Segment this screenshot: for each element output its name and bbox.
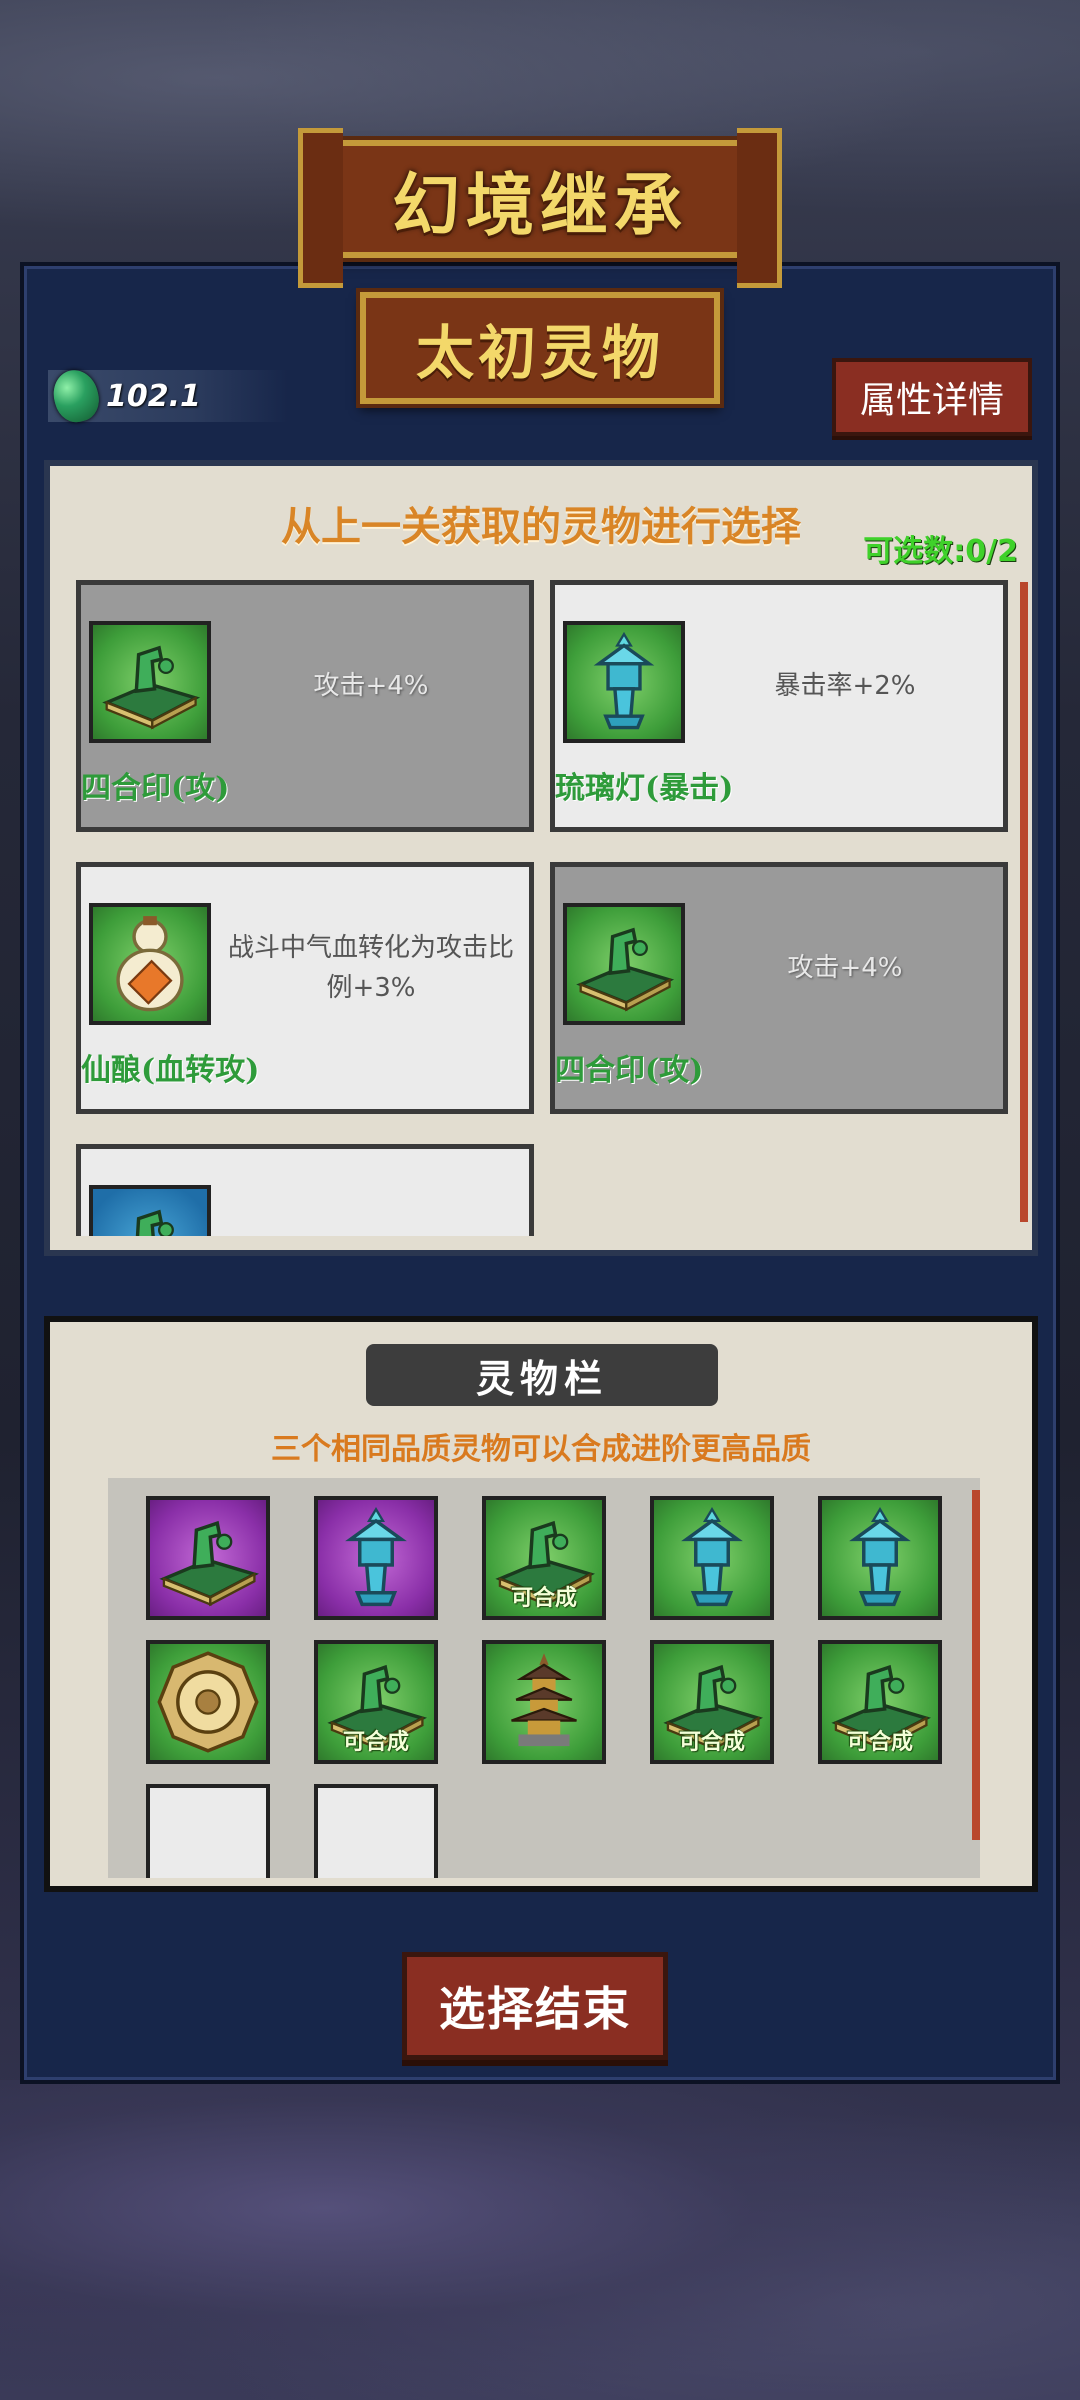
inventory-panel: 灵物栏 三个相同品质灵物可以合成进阶更高品质 可合成 可合成 可合成 可合成	[44, 1316, 1038, 1892]
seal-icon	[89, 1185, 211, 1236]
item-card[interactable]	[76, 1144, 534, 1236]
attribute-details-button[interactable]: 属性详情	[832, 358, 1032, 436]
inventory-slot[interactable]: 可合成	[650, 1640, 774, 1764]
item-description	[221, 1149, 521, 1236]
item-name: 四合印(攻)	[555, 1053, 704, 1088]
inventory-title: 灵物栏	[366, 1344, 718, 1406]
inventory-hint: 三个相同品质灵物可以合成进阶更高品质	[271, 1432, 811, 1467]
compass-icon	[150, 1644, 266, 1760]
pagoda-icon	[486, 1644, 602, 1760]
page-title: 幻境继承	[391, 165, 688, 246]
jade-gem-icon	[48, 365, 104, 427]
inventory-scrollbar[interactable]	[972, 1490, 980, 1840]
item-description: 暴击率+2%	[774, 671, 916, 701]
gourd-icon	[89, 903, 211, 1025]
inventory-slot-empty[interactable]	[314, 1784, 438, 1878]
inventory-slot[interactable]	[482, 1640, 606, 1764]
inventory-slot-empty[interactable]	[146, 1784, 270, 1878]
seal-icon	[563, 903, 685, 1025]
item-card[interactable]: 四合印(攻) 攻击+4%	[76, 580, 534, 832]
mergeable-label: 可合成	[678, 1730, 745, 1755]
lamp-icon	[563, 621, 685, 743]
item-description: 战斗中气血转化为攻击比例+3%	[227, 933, 514, 1003]
seal-icon	[89, 621, 211, 743]
selection-count: 可选数:0/2	[863, 534, 1018, 569]
currency-display: 102.1	[48, 365, 288, 427]
lamp-icon	[654, 1500, 770, 1616]
card-list-scrollbar[interactable]	[1020, 582, 1028, 1222]
title-banner: 幻境继承	[298, 128, 782, 288]
inventory-slot[interactable]: 可合成	[818, 1640, 942, 1764]
inventory-slot[interactable]	[146, 1640, 270, 1764]
inventory-slot[interactable]	[314, 1496, 438, 1620]
item-description: 攻击+4%	[787, 953, 903, 983]
item-name: 四合印(攻)	[81, 771, 230, 806]
selection-panel: 从上一关获取的灵物进行选择 可选数:0/2 四合印(攻) 攻击+4% 琉璃灯(暴击)…	[44, 460, 1038, 1256]
mergeable-label: 可合成	[510, 1586, 577, 1611]
seal-icon	[150, 1500, 266, 1616]
item-card[interactable]: 四合印(攻) 攻击+4%	[550, 862, 1008, 1114]
finish-selection-button[interactable]: 选择结束	[402, 1952, 668, 2060]
currency-value: 102.1	[106, 378, 201, 414]
background-scenery	[0, 2080, 1080, 2400]
mergeable-label: 可合成	[342, 1730, 409, 1755]
item-card[interactable]: 琉璃灯(暴击) 暴击率+2%	[550, 580, 1008, 832]
inventory-slot[interactable]	[650, 1496, 774, 1620]
mergeable-label: 可合成	[846, 1730, 913, 1755]
card-list[interactable]: 四合印(攻) 攻击+4% 琉璃灯(暴击) 暴击率+2% 仙酿(血转攻) 战斗中气血转化为攻…	[66, 570, 1016, 1236]
item-description: 攻击+4%	[313, 671, 429, 701]
inventory-slot[interactable]: 可合成	[314, 1640, 438, 1764]
lamp-icon	[318, 1500, 434, 1616]
inventory-slot[interactable]	[146, 1496, 270, 1620]
subtitle-banner: 太初灵物	[360, 292, 720, 404]
page-subtitle: 太初灵物	[415, 319, 664, 387]
inventory-slot[interactable]: 可合成	[482, 1496, 606, 1620]
inventory-slot[interactable]	[818, 1496, 942, 1620]
lamp-icon	[822, 1500, 938, 1616]
item-card[interactable]: 仙酿(血转攻) 战斗中气血转化为攻击比例+3%	[76, 862, 534, 1114]
inventory-grid[interactable]: 可合成 可合成 可合成 可合成	[108, 1478, 980, 1878]
